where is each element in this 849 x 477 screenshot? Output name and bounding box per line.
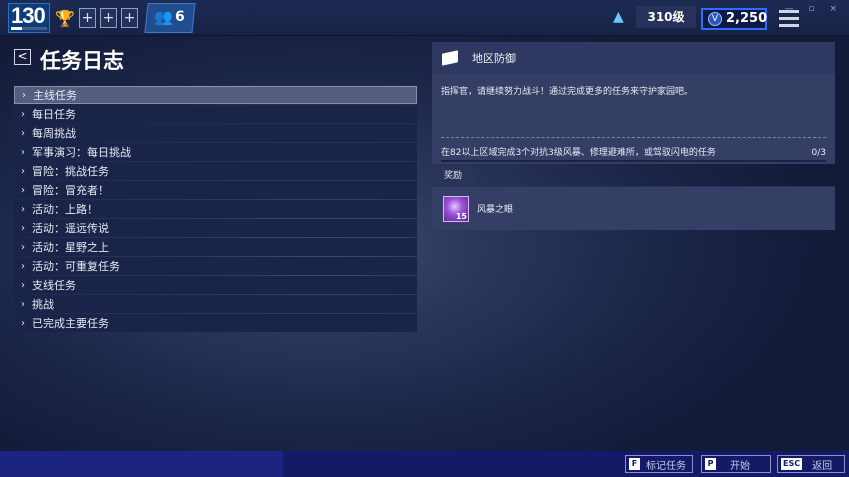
vbucks-icon: V [708, 12, 722, 26]
quest-category-label: 每日任务 [32, 108, 76, 121]
objective-progress: 0/3 [811, 148, 826, 158]
chevron-right-icon: › [21, 222, 25, 234]
quest-detail-header: 地区防御 [432, 42, 835, 74]
quest-title: 地区防御 [472, 52, 516, 65]
chevron-right-icon: › [21, 317, 25, 329]
quest-category-label: 军事演习：每日挑战 [32, 146, 131, 159]
friends-count: 6 [175, 9, 185, 25]
chevron-right-icon: › [21, 241, 25, 253]
quest-objective: 在82以上区域完成3个对抗3级风暴、修理避难所，或驾驭闪电的任务 0/3 [441, 138, 826, 164]
key-p: P [705, 458, 716, 470]
key-f: F [629, 458, 640, 470]
quest-category-label: 冒险：挑战任务 [32, 165, 109, 178]
level-progress-bar [11, 27, 47, 30]
quest-category-label: 活动：上路！ [32, 203, 98, 216]
quest-category-item[interactable]: › 军事演习：每日挑战 [14, 143, 417, 161]
quest-description: 指挥官，请继续努力战斗！通过完成更多的任务来守护家园吧。 [441, 74, 826, 138]
vbucks-amount: 2,250 [726, 11, 768, 26]
top-bar: 130 🏆 + + + 👥 6 ▲ 310级 V 2,250 — ▫ × [0, 0, 849, 36]
quest-category-item[interactable]: › 活动：可重复任务 [14, 257, 417, 275]
chevron-right-icon: › [22, 89, 26, 101]
quest-category-label: 活动：可重复任务 [32, 260, 120, 273]
back-button[interactable]: < [14, 49, 31, 65]
quest-category-item[interactable]: › 冒险：冒充者！ [14, 181, 417, 199]
quest-category-item[interactable]: › 活动：上路！ [14, 200, 417, 218]
party-invite-slot-2[interactable]: + [100, 8, 117, 28]
chevron-right-icon: › [21, 298, 25, 310]
quest-category-label: 挑战 [32, 298, 54, 311]
storm-eye-icon: 15 [443, 195, 469, 222]
track-quest-hint[interactable]: F 标记任务 [625, 455, 693, 473]
window-controls[interactable]: — ▫ × [785, 4, 843, 14]
quest-category-item[interactable]: › 每周挑战 [14, 124, 417, 142]
key-esc: ESC [781, 458, 803, 470]
reward-section-tab: 奖励 [432, 166, 480, 186]
quest-category-label: 冒险：冒充者！ [32, 184, 109, 197]
chevron-right-icon: › [21, 146, 25, 158]
quest-category-item[interactable]: › 支线任务 [14, 276, 417, 294]
chevron-right-icon: › [21, 165, 25, 177]
party-invite-slot-3[interactable]: + [121, 8, 138, 28]
quest-category-item[interactable]: › 已完成主要任务 [14, 314, 417, 332]
page-title: 任务日志 [40, 49, 124, 73]
quest-category-label: 主线任务 [33, 89, 77, 102]
start-hint[interactable]: P 开始 [701, 455, 771, 473]
start-label: 开始 [730, 460, 750, 472]
power-level[interactable]: 310级 [636, 6, 696, 28]
quest-category-item[interactable]: › 活动：遥远传说 [14, 219, 417, 237]
quest-category-item[interactable]: › 冒险：挑战任务 [14, 162, 417, 180]
objective-text: 在82以上区域完成3个对抗3级风暴、修理避难所，或驾驭闪电的任务 [441, 148, 716, 158]
friends-icon: 👥 [154, 8, 173, 26]
quest-category-item[interactable]: › 挑战 [14, 295, 417, 313]
chevron-right-icon: › [21, 108, 25, 120]
trophy-icon[interactable]: 🏆 [55, 6, 75, 30]
vbucks-button[interactable]: V 2,250 [701, 8, 767, 30]
account-level: 130 [11, 3, 46, 28]
quest-category-label: 活动：遥远传说 [32, 222, 109, 235]
quest-detail-panel: 地区防御 指挥官，请继续努力战斗！通过完成更多的任务来守护家园吧。 在82以上区… [432, 42, 835, 230]
track-quest-label: 标记任务 [646, 460, 686, 472]
back-hint[interactable]: ESC 返回 [777, 455, 845, 473]
bottom-bar-left [0, 451, 283, 477]
level-progress-fill [11, 27, 22, 30]
objective-progress-bar [441, 160, 826, 162]
party-invite-slot-1[interactable]: + [79, 8, 96, 28]
chevron-right-icon: › [21, 203, 25, 215]
power-rank-icon: ▲ [613, 9, 624, 25]
quest-category-label: 已完成主要任务 [32, 317, 109, 330]
reward-quantity: 15 [455, 211, 467, 221]
quest-category-label: 支线任务 [32, 279, 76, 292]
back-label: 返回 [812, 460, 833, 472]
quest-note-icon [442, 50, 458, 66]
chevron-right-icon: › [21, 279, 25, 291]
chevron-right-icon: › [21, 260, 25, 272]
bottom-bar: F 标记任务 P 开始 ESC 返回 [0, 451, 849, 477]
chevron-right-icon: › [21, 184, 25, 196]
chevron-right-icon: › [21, 127, 25, 139]
quest-category-list: › 主线任务 › 每日任务 › 每周挑战 › 军事演习：每日挑战 › 冒险：挑战任务 › 冒险：冒充者… [14, 86, 417, 333]
quest-category-label: 活动：星野之上 [32, 241, 109, 254]
quest-category-item[interactable]: › 活动：星野之上 [14, 238, 417, 256]
quest-category-item[interactable]: › 主线任务 [14, 86, 417, 104]
quest-category-label: 每周挑战 [32, 127, 76, 140]
quest-detail-body: 指挥官，请继续努力战斗！通过完成更多的任务来守护家园吧。 在82以上区域完成3个… [432, 74, 835, 164]
account-level-badge[interactable]: 130 [8, 3, 50, 33]
reward-item[interactable]: 15 风暴之眼 [432, 186, 835, 230]
quest-category-item[interactable]: › 每日任务 [14, 105, 417, 123]
reward-name: 风暴之眼 [477, 205, 514, 215]
